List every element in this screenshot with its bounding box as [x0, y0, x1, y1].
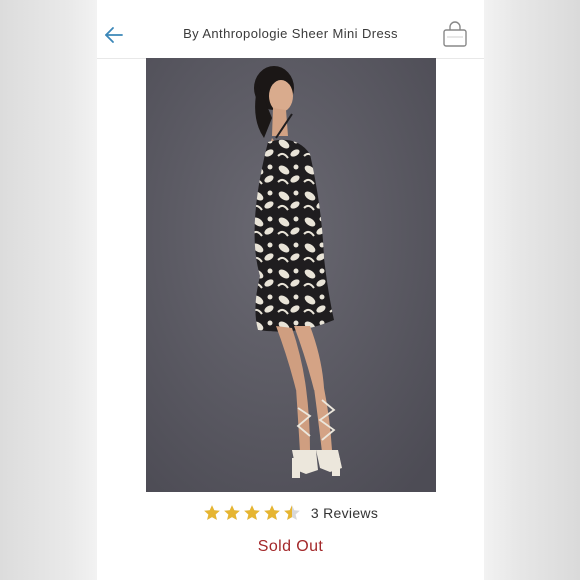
star-full-icon — [224, 505, 240, 520]
star-full-icon — [244, 505, 260, 520]
sold-out-status: Sold Out — [257, 538, 324, 555]
back-arrow-icon — [105, 27, 123, 43]
top-bar: By Anthropologie Sheer Mini Dress — [97, 0, 484, 59]
shopping-bag-button[interactable] — [441, 21, 469, 49]
star-full-icon — [204, 505, 220, 520]
star-full-icon — [264, 505, 280, 520]
reviews-link[interactable]: 3 Reviews — [311, 505, 378, 521]
back-button[interactable] — [103, 24, 125, 46]
right-margin — [484, 0, 580, 580]
star-rating[interactable] — [203, 504, 301, 522]
star-half-icon — [284, 505, 300, 520]
rating-row: 3 Reviews — [97, 504, 484, 526]
page-title: By Anthropologie Sheer Mini Dress — [183, 26, 398, 41]
model-photo — [146, 58, 436, 492]
left-margin — [0, 0, 97, 580]
shopping-bag-icon — [443, 21, 467, 47]
product-screen: By Anthropologie Sheer Mini Dress 3 Revi… — [97, 0, 484, 580]
product-image[interactable] — [146, 58, 436, 492]
